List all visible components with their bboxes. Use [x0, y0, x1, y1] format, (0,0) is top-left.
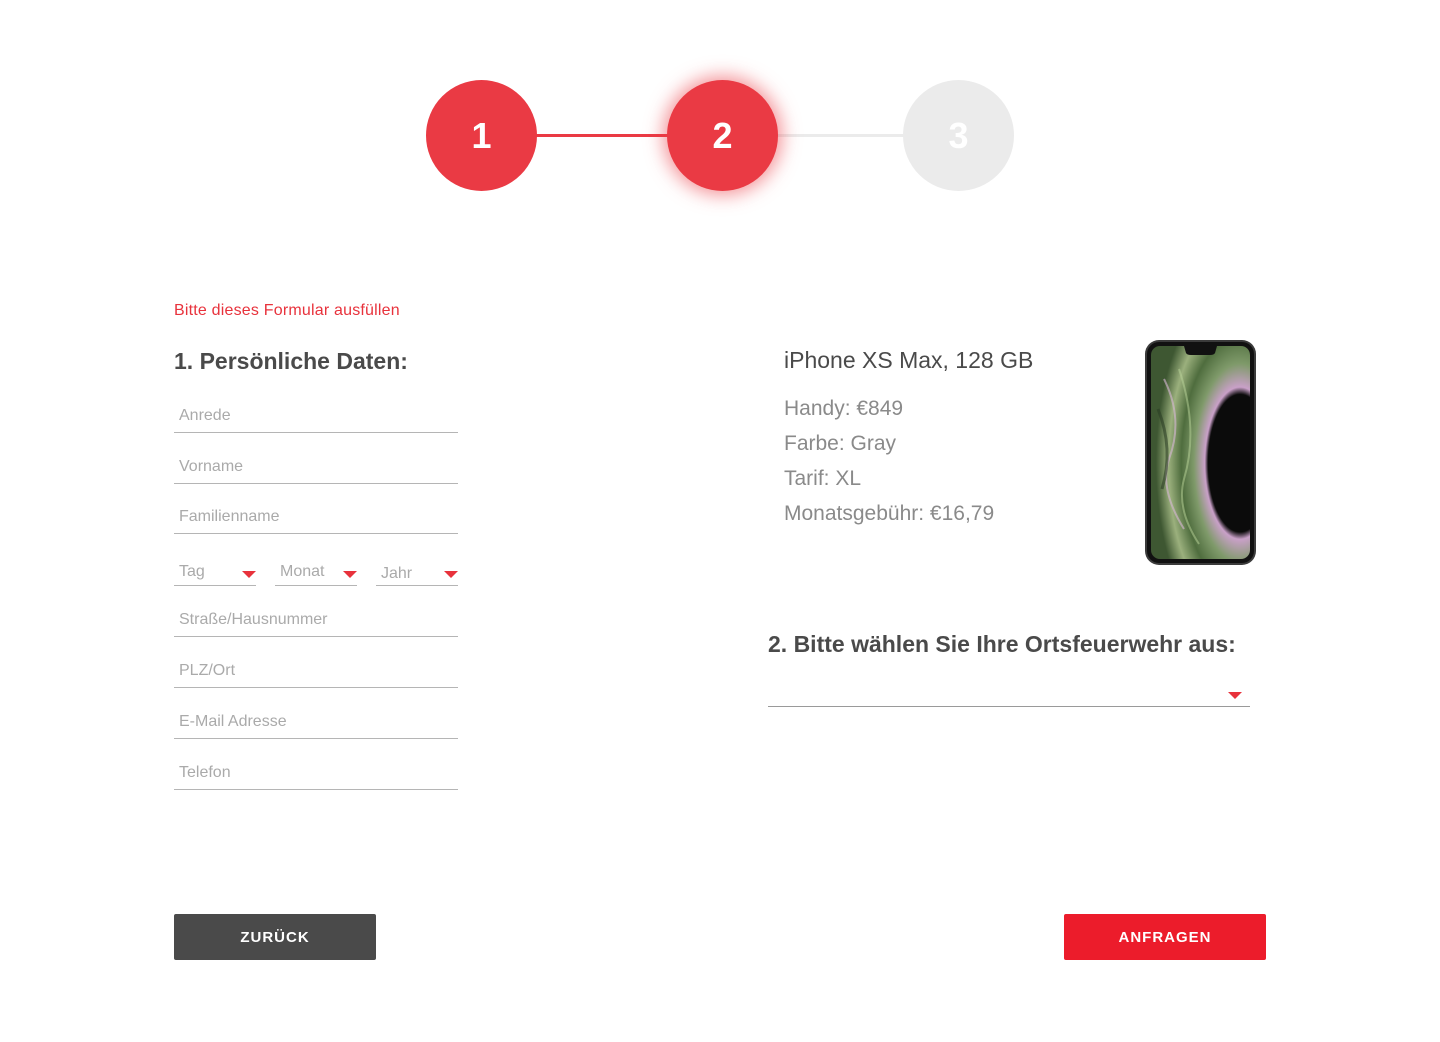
step-2-circle[interactable]: 2 [667, 80, 778, 191]
month-select[interactable]: Monat [275, 560, 357, 586]
day-select[interactable]: Tag [174, 560, 256, 586]
month-chevron-down-icon [343, 571, 357, 578]
familienname-field[interactable] [174, 504, 458, 534]
stepper-connector-2-3 [777, 134, 904, 137]
step-3-circle: 3 [903, 80, 1014, 191]
product-name: iPhone XS Max, 128 GB [784, 347, 1034, 373]
familienname-input[interactable] [174, 504, 458, 533]
product-tariff: Tarif: XL [784, 467, 862, 490]
telefon-input[interactable] [174, 760, 458, 789]
product-color: Farbe: Gray [784, 432, 897, 455]
strasse-input[interactable] [174, 607, 458, 636]
plz-ort-field[interactable] [174, 658, 458, 688]
progress-stepper: 1 2 3 [0, 0, 1440, 240]
section-title-fire-department: 2. Bitte wählen Sie Ihre Ortsfeuerwehr a… [768, 631, 1236, 657]
form-hint: Bitte dieses Formular ausfüllen [174, 302, 400, 319]
fire-department-chevron-down-icon [1228, 692, 1242, 699]
year-chevron-down-icon [444, 571, 458, 578]
product-price: Handy: €849 [784, 397, 904, 420]
month-select-placeholder: Monat [280, 563, 325, 580]
vorname-input[interactable] [174, 454, 458, 483]
anrede-field[interactable] [174, 403, 458, 433]
product-monthly-fee: Monatsgebühr: €16,79 [784, 502, 995, 525]
submit-request-button[interactable]: ANFRAGEN [1064, 914, 1266, 960]
day-chevron-down-icon [242, 571, 256, 578]
email-field[interactable] [174, 709, 458, 739]
plz-ort-input[interactable] [174, 658, 458, 687]
section-title-personal-data: 1. Persönliche Daten: [174, 348, 408, 374]
telefon-field[interactable] [174, 760, 458, 790]
step-1-circle[interactable]: 1 [426, 80, 537, 191]
strasse-field[interactable] [174, 607, 458, 637]
phone-image [1145, 340, 1256, 565]
stepper-connector-1-2 [536, 134, 668, 137]
email-input[interactable] [174, 709, 458, 738]
back-button[interactable]: ZURÜCK [174, 914, 376, 960]
anrede-input[interactable] [174, 403, 458, 432]
vorname-field[interactable] [174, 454, 458, 484]
year-select[interactable]: Jahr [376, 560, 458, 586]
year-select-placeholder: Jahr [381, 565, 413, 582]
day-select-placeholder: Tag [179, 563, 205, 580]
fire-department-select[interactable] [768, 678, 1250, 707]
